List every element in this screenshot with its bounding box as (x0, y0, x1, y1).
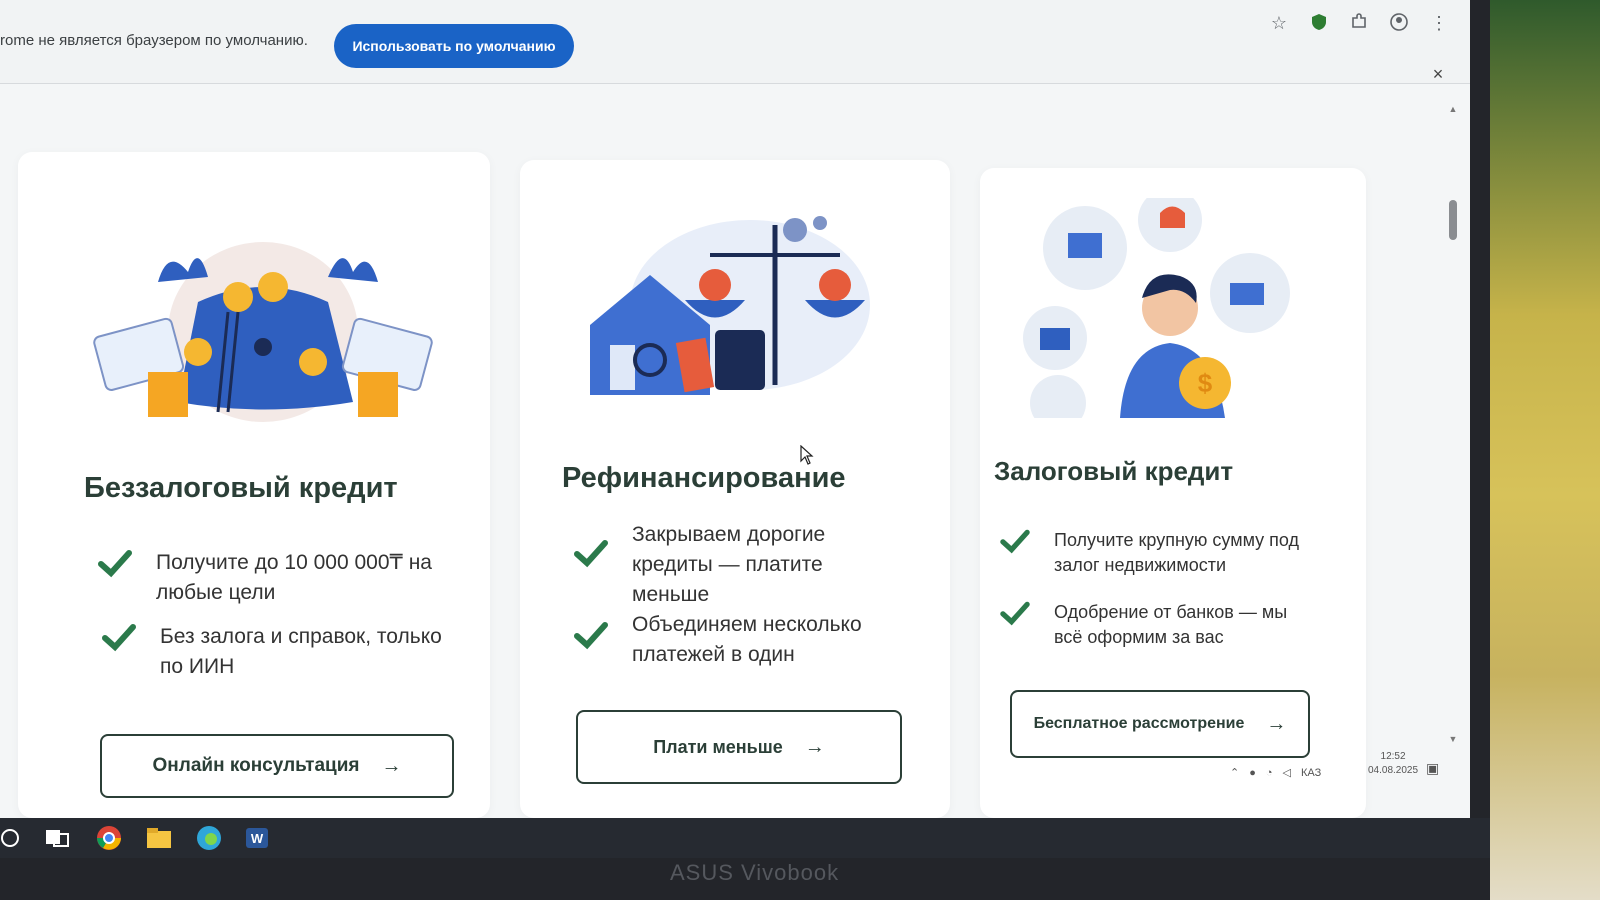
money-bag-illustration (93, 242, 433, 422)
chrome-icon[interactable] (94, 824, 124, 852)
feature-text: Получите до 10 000 000₸ на любые цели (156, 551, 432, 604)
scroll-up-icon[interactable]: ▲ (1448, 104, 1458, 114)
default-browser-infobar: rome не является браузером по умолчанию.… (0, 0, 1470, 84)
set-default-button[interactable]: Использовать по умолчанию (334, 24, 574, 68)
free-review-button[interactable]: Бесплатное рассмотрение → (1010, 690, 1310, 758)
word-icon[interactable]: W (242, 824, 272, 852)
check-icon (98, 550, 132, 578)
task-view-icon[interactable] (42, 824, 72, 852)
card-secured-credit: $ Залоговый кредит Получите крупную сумм… (980, 168, 1366, 818)
check-icon (574, 540, 608, 568)
feature-item: Получите крупную сумму под залог недвижи… (1000, 528, 1310, 578)
arrow-right-icon: → (381, 754, 402, 777)
browser-screen: rome не является браузером по умолчанию.… (0, 0, 1470, 818)
keyboard-layout[interactable]: КАЗ (1301, 767, 1321, 779)
system-tray: ⌃ ● ◔ ◁ КАЗ (1230, 766, 1390, 780)
infobar-message: rome не является браузером по умолчанию. (0, 32, 308, 49)
feature-item: Объединяем несколько платежей в один (574, 610, 894, 670)
person-coin-illustration: $ (1023, 198, 1290, 418)
check-icon (1000, 601, 1030, 626)
feature-item: Получите до 10 000 000₸ на любые цели (98, 548, 458, 608)
arrow-right-icon: → (1266, 712, 1287, 735)
search-circle-icon[interactable] (0, 824, 30, 852)
feature-text: Объединяем несколько платежей в один (632, 613, 862, 666)
toolbar-icons: ☆ ⋮ (1268, 12, 1450, 34)
windows-taskbar: W (0, 818, 1490, 858)
edge-icon[interactable] (194, 824, 224, 852)
feature-text: Без залога и справок, только по ИИН (160, 625, 442, 678)
extension-shield-icon[interactable] (1308, 12, 1330, 34)
check-icon (102, 624, 136, 652)
location-icon[interactable]: ● (1249, 767, 1256, 779)
button-label: Бесплатное рассмотрение (1033, 715, 1245, 732)
page-scrollbar[interactable]: ▲ ▼ (1448, 104, 1458, 744)
profile-icon[interactable] (1388, 12, 1410, 34)
taskbar-clock[interactable]: 12:52 04.08.2025 (1368, 750, 1418, 778)
card-unsecured-credit: Беззалоговый кредит Получите до 10 000 0… (18, 152, 490, 818)
feature-text: Получите крупную сумму под залог недвижи… (1054, 530, 1300, 575)
volume-icon[interactable]: ◁ (1283, 766, 1291, 779)
button-label: Онлайн консультация (152, 755, 360, 776)
scroll-thumb[interactable] (1449, 200, 1457, 240)
clock-time: 12:52 (1380, 751, 1406, 762)
pay-less-button[interactable]: Плати меньше → (576, 710, 902, 784)
laptop-brand-logo: ASUS Vivobook (670, 860, 840, 885)
card-refinancing: Рефинансирование Закрываем дорогие креди… (520, 160, 950, 818)
card-title: Залоговый кредит (994, 456, 1234, 486)
feature-item: Закрываем дорогие кредиты — платите мень… (574, 520, 894, 610)
feature-text: Закрываем дорогие кредиты — платите мень… (632, 523, 826, 606)
button-label: Плати меньше (653, 736, 783, 757)
arrow-right-icon: → (804, 735, 825, 758)
svg-text:$: $ (1198, 368, 1213, 398)
online-consultation-button[interactable]: Онлайн консультация → (100, 734, 454, 798)
file-explorer-icon[interactable] (144, 824, 174, 852)
bookmark-star-icon[interactable]: ☆ (1268, 12, 1290, 34)
clock-date: 04.08.2025 (1368, 765, 1419, 776)
feature-text: Одобрение от банков — мы всё оформим за … (1054, 602, 1288, 647)
menu-kebab-icon[interactable]: ⋮ (1428, 12, 1450, 34)
photo-background (1490, 0, 1600, 900)
check-icon (574, 622, 608, 650)
wifi-icon[interactable]: ◔ (1266, 767, 1273, 779)
svg-text:W: W (251, 831, 264, 846)
notifications-icon[interactable]: ▣ (1426, 760, 1439, 777)
card-title: Рефинансирование (562, 462, 846, 494)
check-icon (1000, 529, 1030, 554)
infobar-close-icon[interactable]: × (1428, 64, 1448, 84)
chevron-up-icon[interactable]: ⌃ (1230, 766, 1239, 779)
scroll-down-icon[interactable]: ▼ (1448, 734, 1458, 744)
scales-house-illustration (590, 216, 870, 395)
card-title: Беззалоговый кредит (84, 472, 398, 504)
mouse-cursor-icon (800, 445, 814, 465)
feature-item: Без залога и справок, только по ИИН (102, 622, 442, 682)
extensions-puzzle-icon[interactable] (1348, 12, 1370, 34)
feature-item: Одобрение от банков — мы всё оформим за … (1000, 600, 1310, 650)
